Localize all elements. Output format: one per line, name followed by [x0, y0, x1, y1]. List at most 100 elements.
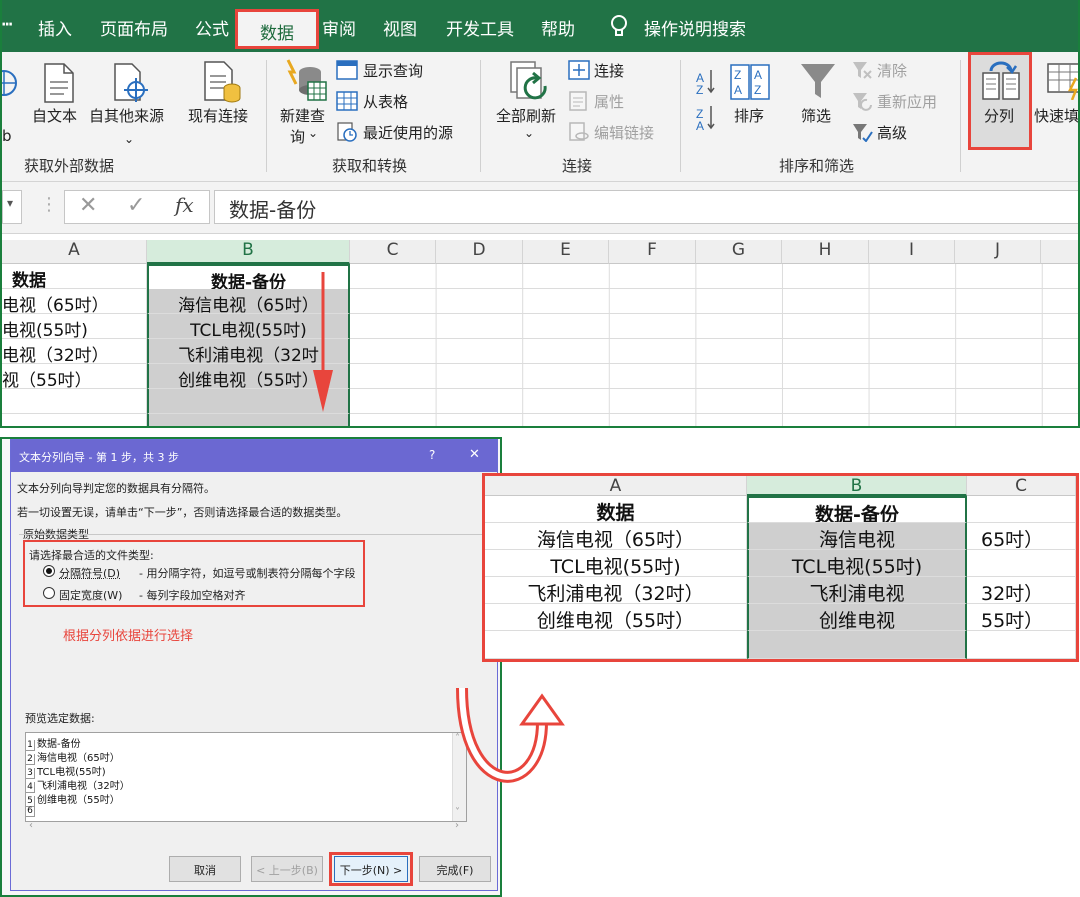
- existing-connections-button[interactable]: 现有连接: [188, 105, 248, 126]
- tab-review[interactable]: 审阅: [322, 15, 356, 40]
- filter-icon[interactable]: [799, 62, 837, 102]
- cell-b7[interactable]: [147, 414, 350, 426]
- text-file-icon[interactable]: [42, 62, 76, 104]
- result-cell-b4[interactable]: 飞利浦电视: [747, 577, 967, 604]
- cell-a2[interactable]: 电视（65吋）: [2, 289, 147, 314]
- next-button[interactable]: 下一步(N) >: [334, 856, 408, 882]
- scroll-down-icon[interactable]: ˅: [455, 807, 460, 818]
- worksheet-grid[interactable]: A B C D E F G H I J 数据 数据-备份 电视（65吋） 电视(…: [2, 234, 1078, 426]
- text-to-columns-button[interactable]: 分列: [968, 52, 1032, 150]
- scroll-right-icon[interactable]: ›: [455, 820, 459, 831]
- column-header-i[interactable]: I: [869, 240, 955, 264]
- tab-page-layout[interactable]: 页面布局: [100, 15, 168, 40]
- cancel-icon[interactable]: ✕: [79, 193, 97, 218]
- result-cell-c3[interactable]: [967, 550, 1076, 577]
- result-cell-b6[interactable]: [747, 631, 967, 659]
- column-header-k[interactable]: [1041, 240, 1078, 264]
- name-box[interactable]: ▾: [2, 190, 22, 224]
- result-cell-c6[interactable]: [967, 631, 1076, 659]
- scroll-left-icon[interactable]: ‹: [29, 820, 33, 831]
- fixed-width-radio[interactable]: [43, 587, 55, 599]
- result-cell-a2[interactable]: 海信电视（65吋）: [485, 523, 747, 550]
- column-header-e[interactable]: E: [523, 240, 609, 264]
- column-header-a[interactable]: A: [2, 240, 147, 264]
- properties-button[interactable]: 属性: [594, 91, 624, 112]
- close-button[interactable]: ✕: [469, 447, 480, 462]
- column-header-d[interactable]: D: [436, 240, 523, 264]
- flash-fill-icon[interactable]: [1046, 62, 1080, 100]
- result-cell-a5[interactable]: 创维电视（55吋）: [485, 604, 747, 631]
- tab-view[interactable]: 视图: [383, 15, 417, 40]
- cell-a7[interactable]: [2, 414, 147, 426]
- result-cell-a3[interactable]: TCL电视(55吋): [485, 550, 747, 577]
- other-sources-icon[interactable]: [112, 62, 152, 104]
- result-cell-a6[interactable]: [485, 631, 747, 659]
- from-other-sources-button[interactable]: 自其他来源: [89, 105, 164, 126]
- insert-function-button[interactable]: fx: [175, 193, 194, 217]
- result-cell-c2[interactable]: 65吋）: [967, 523, 1076, 550]
- tab-insert[interactable]: 插入: [38, 15, 72, 40]
- from-table-button[interactable]: 从表格: [363, 91, 408, 112]
- column-header-c[interactable]: C: [350, 240, 436, 264]
- tab-data[interactable]: 数据: [235, 9, 319, 49]
- sort-icon[interactable]: Z A A Z: [730, 64, 770, 100]
- sort-button[interactable]: 排序: [734, 105, 764, 126]
- preview-horizontal-scrollbar[interactable]: ‹ ›: [25, 820, 467, 834]
- new-query-button[interactable]: 新建查: [280, 105, 325, 126]
- result-cell-b3[interactable]: TCL电视(55吋): [747, 550, 967, 577]
- result-column-header-b[interactable]: B: [747, 476, 967, 496]
- clear-button[interactable]: 清除: [877, 60, 907, 81]
- filter-button[interactable]: 筛选: [801, 105, 831, 126]
- column-header-g[interactable]: G: [696, 240, 782, 264]
- preview-box[interactable]: 1 数据-备份 2 海信电视（65吋） 3 TCL电视(55吋) 4 飞利浦电视（32吋…: [25, 732, 467, 822]
- result-cell-b2[interactable]: 海信电视: [747, 523, 967, 550]
- column-header-h[interactable]: H: [782, 240, 869, 264]
- sort-az-icon[interactable]: A Z Z A: [696, 66, 718, 136]
- delimited-radio[interactable]: [43, 565, 55, 577]
- advanced-button[interactable]: 高级: [877, 122, 907, 143]
- recent-sources-button[interactable]: 最近使用的源: [363, 122, 453, 143]
- tab-fragment[interactable]: ┅: [2, 15, 12, 35]
- fixed-width-option-label[interactable]: 固定宽度(W): [59, 587, 122, 603]
- column-header-b[interactable]: B: [147, 240, 350, 264]
- delimited-option-label[interactable]: 分隔符号(D): [59, 565, 120, 581]
- cell-a3[interactable]: 电视(55吋): [2, 314, 147, 339]
- result-cell-b5[interactable]: 创维电视: [747, 604, 967, 631]
- help-button[interactable]: ?: [429, 448, 435, 462]
- finish-button[interactable]: 完成(F): [419, 856, 491, 882]
- cell-a5[interactable]: 视（55吋）: [2, 364, 147, 389]
- new-query-icon[interactable]: [284, 58, 328, 104]
- column-header-j[interactable]: J: [955, 240, 1041, 264]
- connections-button[interactable]: 连接: [594, 60, 624, 81]
- result-cell-a4[interactable]: 飞利浦电视（32吋）: [485, 577, 747, 604]
- tab-developer[interactable]: 开发工具: [446, 15, 514, 40]
- result-cell-c4[interactable]: 32吋）: [967, 577, 1076, 604]
- reapply-button[interactable]: 重新应用: [877, 91, 937, 112]
- result-column-header-c[interactable]: C: [967, 476, 1076, 496]
- tab-formulas[interactable]: 公式: [195, 15, 229, 40]
- cell-a1[interactable]: 数据: [2, 264, 147, 289]
- empty-cells[interactable]: [350, 264, 1078, 426]
- refresh-all-button[interactable]: 全部刷新: [496, 105, 556, 126]
- drag-handle-icon[interactable]: ⋮: [40, 194, 58, 215]
- web-icon[interactable]: [2, 66, 20, 100]
- from-text-button[interactable]: 自文本: [32, 105, 77, 126]
- result-column-header-a[interactable]: A: [485, 476, 747, 496]
- back-button[interactable]: < 上一步(B): [251, 856, 323, 882]
- flash-fill-button[interactable]: 快速填: [1034, 105, 1078, 126]
- cell-a4[interactable]: 电视（32吋）: [2, 339, 147, 364]
- result-cell-c1[interactable]: [967, 496, 1076, 523]
- existing-connections-icon[interactable]: [202, 60, 242, 104]
- result-cell-b1[interactable]: 数据-备份: [747, 496, 967, 523]
- result-cell-c5[interactable]: 55吋）: [967, 604, 1076, 631]
- show-queries-button[interactable]: 显示查询: [363, 60, 423, 81]
- formula-input[interactable]: 数据-备份: [214, 190, 1078, 224]
- tell-me-search[interactable]: 操作说明搜索: [644, 15, 746, 40]
- tab-help[interactable]: 帮助: [541, 15, 575, 40]
- cell-a6[interactable]: [2, 389, 147, 414]
- enter-icon[interactable]: ✓: [127, 193, 145, 218]
- cancel-button[interactable]: 取消: [169, 856, 241, 882]
- refresh-all-icon[interactable]: [509, 60, 553, 106]
- edit-links-button[interactable]: 编辑链接: [594, 122, 654, 143]
- result-cell-a1[interactable]: 数据: [485, 496, 747, 523]
